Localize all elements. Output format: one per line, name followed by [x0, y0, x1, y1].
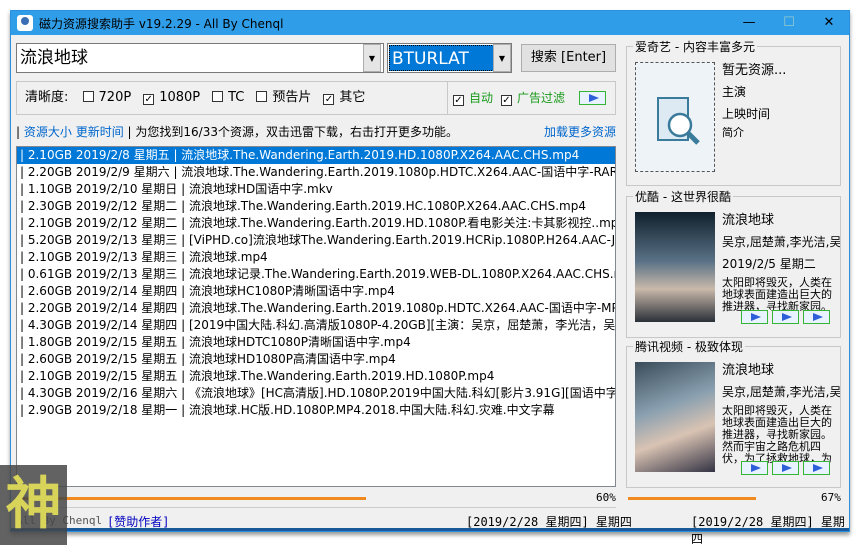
- filter-checkbox-3[interactable]: 预告片: [256, 90, 311, 105]
- play-button[interactable]: [772, 310, 799, 324]
- source-select[interactable]: BTURLAT ▼: [387, 43, 512, 73]
- result-row[interactable]: | 4.30GB 2019/2/16 星期六 | 《流浪地球》[HC高清版].H…: [17, 385, 615, 402]
- filter-checkbox-0[interactable]: 720P: [82, 90, 132, 105]
- play-buttons: [737, 461, 830, 478]
- source-selected-value: BTURLAT: [389, 45, 494, 71]
- right-progress-label: 67%: [821, 491, 841, 504]
- watermark-logo: 神: [0, 465, 67, 545]
- maximize-button[interactable]: ☐: [769, 11, 809, 35]
- movie-title[interactable]: 流浪地球: [722, 209, 840, 228]
- left-progress-label: 60%: [596, 491, 616, 504]
- window-title: 磁力资源搜索助手 v19.2.29 - All By Chenql: [39, 16, 284, 31]
- auto-checkbox[interactable]: ✓ 自动: [453, 82, 493, 114]
- result-row[interactable]: | 2.60GB 2019/2/15 星期五 | 流浪地球HD1080P高清国语…: [17, 351, 615, 368]
- video-panel-2: 腾讯视频 - 极致体现 流浪地球 吴京,屈楚萧,李光洁,吴太阳即将毁灭，人类在地…: [626, 338, 841, 488]
- filter-label: 720P: [98, 90, 132, 105]
- load-more-link[interactable]: 加载更多资源: [544, 123, 616, 140]
- result-row[interactable]: | 2.90GB 2019/2/18 星期一 | 流浪地球.HC版.HD.108…: [17, 402, 615, 419]
- filter-checkbox-1[interactable]: ✓ 1080P: [143, 90, 200, 105]
- search-input[interactable]: 流浪地球: [16, 43, 384, 73]
- checkbox-icon: ✓: [143, 94, 155, 105]
- app-icon: [17, 15, 33, 31]
- play-button[interactable]: [741, 461, 768, 475]
- minimize-button[interactable]: —: [729, 11, 769, 35]
- movie-actors: 吴京,屈楚萧,李光洁,吴: [722, 235, 840, 249]
- filter-label: TC: [228, 90, 245, 105]
- right-progress-bar: [628, 497, 756, 500]
- panel-title: 优酷 - 这世界很酷: [633, 188, 733, 205]
- filter-checkbox-4[interactable]: ✓ 其它: [323, 90, 365, 105]
- checkbox-icon: [256, 91, 268, 102]
- result-row[interactable]: | 1.80GB 2019/2/15 星期五 | 流浪地球HDTC1080P清晰…: [17, 334, 615, 351]
- filter-label: 1080P: [159, 90, 201, 105]
- movie-actors: 吴京,屈楚萧,李光洁,吴: [722, 385, 840, 399]
- movie-description: 太阳即将毁灭，人类在地球表面建造出巨大的推进器，寻找新家园。然而宇宙之路危机四伏…: [722, 405, 832, 465]
- movie-poster[interactable]: [635, 362, 715, 472]
- video-panel-0: 爱奇艺 - 内容丰富多元 暂无资源... 主演上映时间简介: [626, 38, 841, 186]
- app-window: 磁力资源搜索助手 v19.2.29 - All By Chenql — ☐ ✕ …: [10, 10, 850, 546]
- panel-title: 爱奇艺 - 内容丰富多元: [633, 38, 757, 55]
- resolution-label: 清晰度:: [25, 90, 69, 105]
- filter-bar: 清晰度: 720P ✓ 1080P TC 预告片 ✓ 其它 ✓ 自动 ✓ 广告过滤: [16, 81, 616, 115]
- video-panel-1: 优酷 - 这世界很酷 流浪地球 吴京,屈楚萧,李光洁,吴 2019/2/5 星期二…: [626, 188, 841, 338]
- ad-filter-checkbox[interactable]: ✓ 广告过滤: [501, 82, 565, 114]
- movie-date: 2019/2/5 星期二: [722, 257, 816, 271]
- info-bar: | 资源大小 更新时间 | 为您找到16/33个资源，双击迅雷下载，右击打开更多…: [16, 123, 616, 140]
- play-button[interactable]: [772, 461, 799, 475]
- search-history-dropdown[interactable]: ▼: [363, 44, 381, 72]
- movie-date: 上映时间: [722, 107, 771, 121]
- panel-title: 腾讯视频 - 极致体现: [633, 338, 745, 355]
- filter-checkbox-2[interactable]: TC: [212, 90, 244, 105]
- result-row[interactable]: | 2.30GB 2019/2/12 星期二 | 流浪地球.The.Wander…: [17, 198, 615, 215]
- result-row[interactable]: | 2.60GB 2019/2/14 星期四 | 流浪地球HC1080P清晰国语…: [17, 283, 615, 300]
- close-button[interactable]: ✕: [809, 11, 849, 35]
- result-row[interactable]: | 5.20GB 2019/2/13 星期三 | [ViPHD.co]流浪地球T…: [17, 232, 615, 249]
- sort-by-time-link[interactable]: 更新时间: [76, 125, 124, 139]
- result-row[interactable]: | 2.10GB 2019/2/15 星期五 | 流浪地球.The.Wander…: [17, 368, 615, 385]
- result-row[interactable]: | 2.10GB 2019/2/8 星期五 | 流浪地球.The.Wanderi…: [17, 147, 615, 164]
- result-row[interactable]: | 2.20GB 2019/2/14 星期四 | 流浪地球.The.Wander…: [17, 300, 615, 317]
- movie-description: 简介: [722, 127, 744, 139]
- result-message: 为您找到16/33个资源，双击迅雷下载，右击打开更多功能。: [135, 125, 458, 139]
- result-row[interactable]: | 1.10GB 2019/2/10 星期日 | 流浪地球HD国语中字.mkv: [17, 181, 615, 198]
- movie-title[interactable]: 流浪地球: [722, 359, 840, 378]
- checkbox-icon: ✓: [323, 94, 335, 105]
- filter-label: 其它: [339, 90, 366, 105]
- ad-filter-label: 广告过滤: [517, 91, 566, 105]
- title-bar: 磁力资源搜索助手 v19.2.29 - All By Chenql — ☐ ✕: [11, 11, 849, 35]
- sort-by-size-link[interactable]: 资源大小: [24, 125, 72, 139]
- search-button[interactable]: 搜索 [Enter]: [521, 44, 616, 72]
- result-row[interactable]: | 4.30GB 2019/2/14 星期四 | [2019中国大陆.科幻.高清…: [17, 317, 615, 334]
- play-buttons: [737, 310, 830, 327]
- play-button[interactable]: [803, 461, 830, 475]
- no-poster-placeholder-icon: [635, 62, 715, 172]
- movie-actors: 主演: [722, 85, 747, 99]
- result-row[interactable]: | 2.10GB 2019/2/12 星期二 | 流浪地球.The.Wander…: [17, 215, 615, 232]
- result-row[interactable]: | 2.20GB 2019/2/9 星期六 | 流浪地球.The.Wanderi…: [17, 164, 615, 181]
- play-button[interactable]: [803, 310, 830, 324]
- play-button[interactable]: [741, 310, 768, 324]
- movie-title: 暂无资源...: [722, 63, 787, 78]
- results-list[interactable]: | 2.10GB 2019/2/8 星期五 | 流浪地球.The.Wanderi…: [16, 146, 616, 487]
- play-button[interactable]: [579, 91, 606, 105]
- result-row[interactable]: | 2.10GB 2019/2/13 星期三 | 流浪地球.mp4: [17, 249, 615, 266]
- chevron-down-icon[interactable]: ▼: [493, 44, 511, 72]
- result-row[interactable]: | 0.61GB 2019/2/13 星期三 | 流浪地球记录.The.Wand…: [17, 266, 615, 283]
- auto-label: 自动: [469, 91, 494, 105]
- filter-label: 预告片: [272, 90, 312, 105]
- left-progress-bar: [21, 497, 366, 500]
- movie-poster[interactable]: [635, 212, 715, 322]
- checkbox-icon: [82, 91, 94, 102]
- checkbox-icon: [212, 91, 224, 102]
